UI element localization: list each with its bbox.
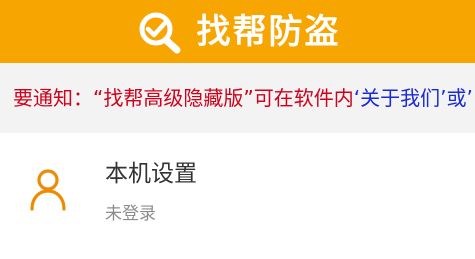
user-icon xyxy=(30,169,66,211)
local-settings-entry[interactable]: 本机设置 未登录 xyxy=(0,133,475,259)
login-status: 未登录 xyxy=(105,204,156,224)
app-title: 找帮防盗 xyxy=(196,11,341,52)
app-header: 找帮防盗 xyxy=(0,0,475,63)
magnifier-check-icon xyxy=(139,12,180,53)
notice-marquee: 要通知：“找帮高级隐藏版”可在软件内‘关于我们’或’ xyxy=(0,63,475,133)
profile-title: 本机设置 xyxy=(105,161,197,187)
notice-text: 要通知：“找帮高级隐藏版”可在软件内‘关于我们’或’ xyxy=(13,82,473,114)
notice-prefix: 要通知： xyxy=(13,86,93,110)
notice-link-text: ‘关于我们’或’ xyxy=(353,86,473,110)
header-content: 找帮防盗 xyxy=(135,8,341,56)
notice-quote: “找帮高级隐藏版”可在软件内 xyxy=(93,86,354,110)
